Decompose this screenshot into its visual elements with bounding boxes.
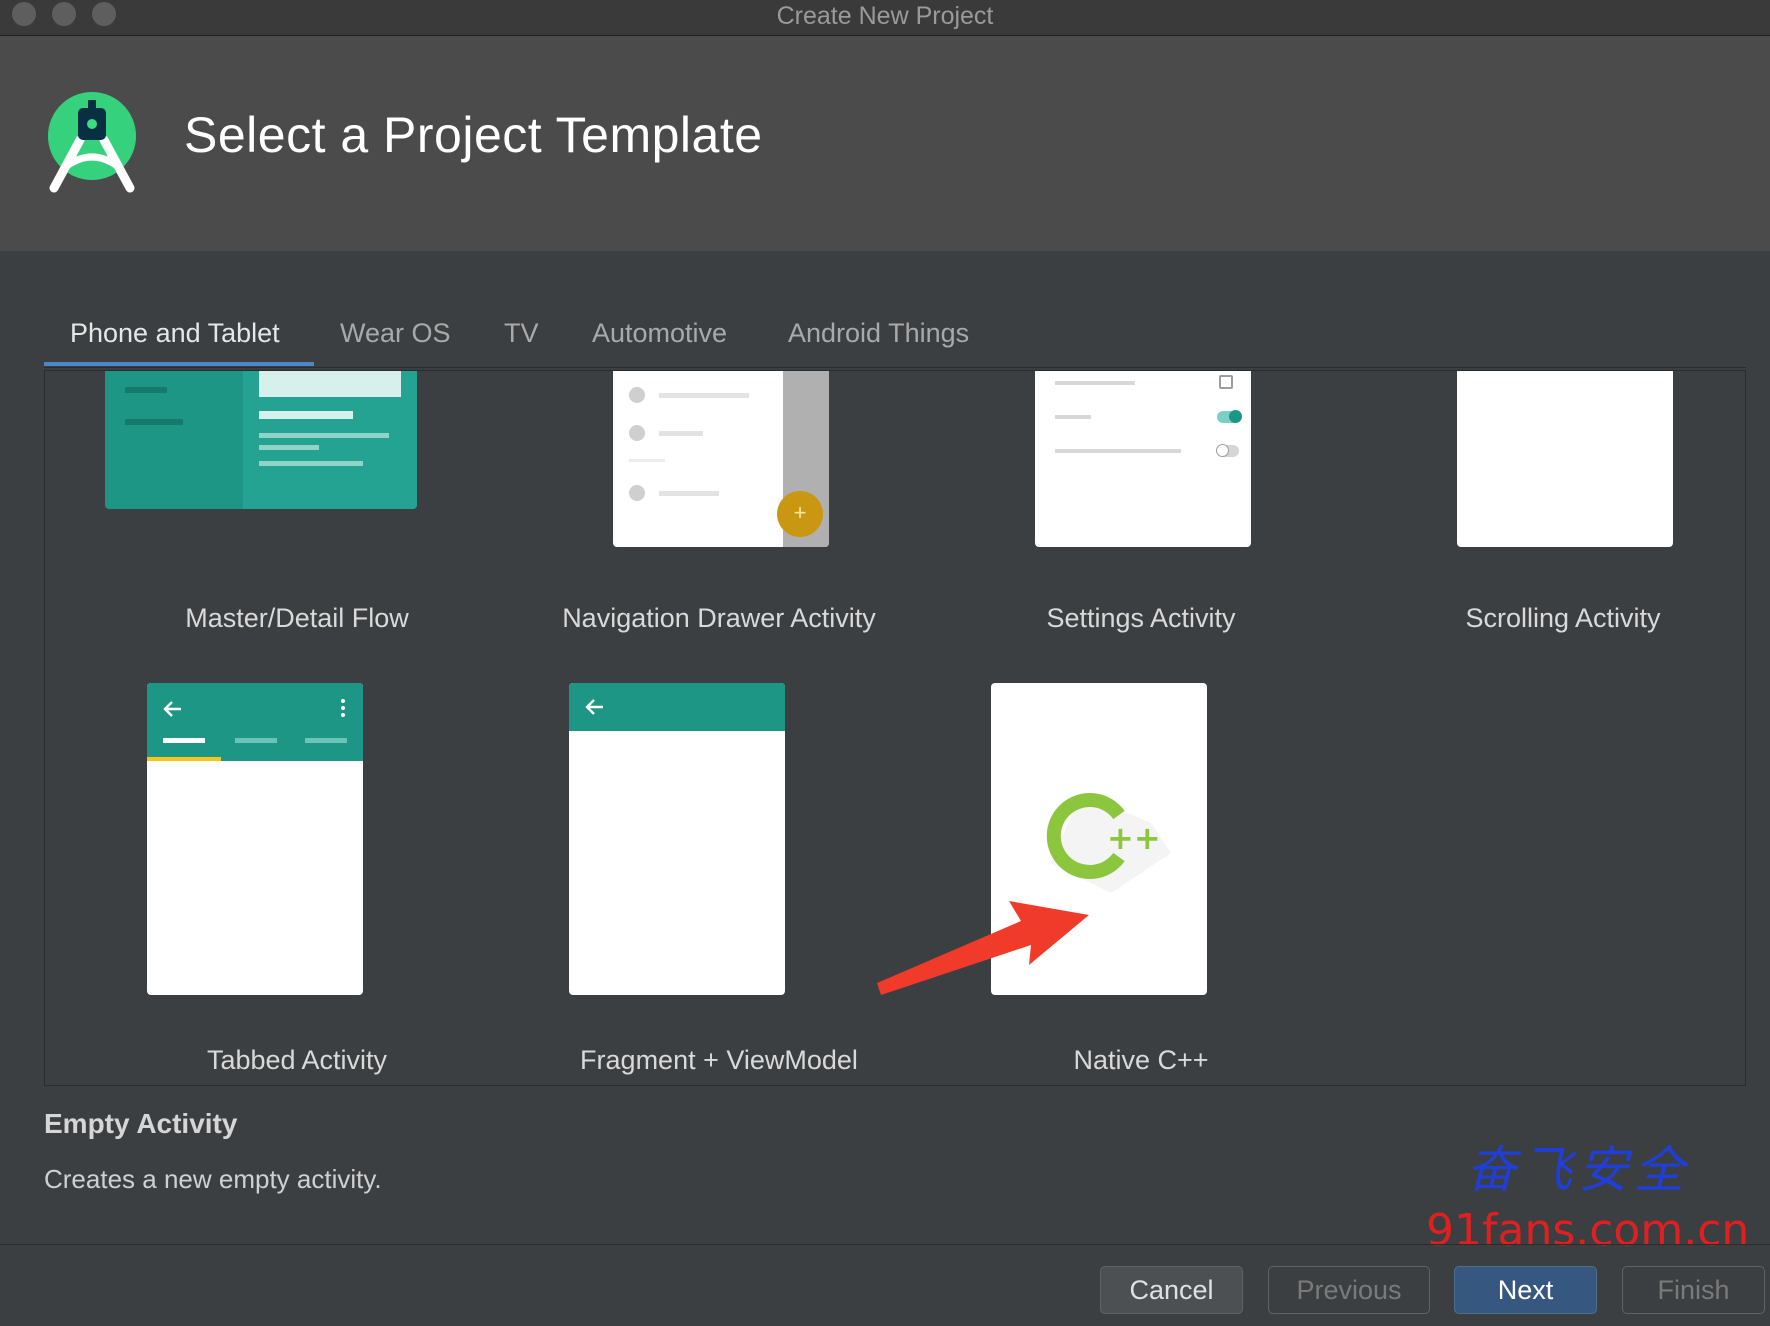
create-project-window: Create New Project Select a Project Temp… <box>0 0 1770 1326</box>
template-fragment-viewmodel[interactable]: Fragment + ViewModel <box>519 683 919 1085</box>
annotation-arrow-icon <box>877 901 1089 995</box>
cpp-logo-icon: ++ <box>1046 793 1171 893</box>
template-native-cpp[interactable]: ++ Native C++ <box>941 683 1341 1085</box>
fab-plus-icon: + <box>777 491 823 537</box>
finish-button[interactable]: Finish <box>1622 1266 1765 1314</box>
watermark-url: 91fans.com.cn <box>1426 1205 1750 1256</box>
footer-divider <box>0 1244 1770 1245</box>
fragment-viewmodel-preview <box>569 683 785 995</box>
next-button[interactable]: Next <box>1454 1266 1597 1314</box>
template-scrolling-activity[interactable]: Scrolling Activity <box>1363 371 1745 791</box>
back-arrow-icon <box>585 699 603 715</box>
back-arrow-icon <box>163 701 181 717</box>
template-label: Settings Activity <box>1046 603 1236 633</box>
scrolling-preview <box>1457 371 1673 547</box>
wizard-header: Select a Project Template <box>0 36 1770 251</box>
tabbed-preview <box>147 683 363 995</box>
navigation-drawer-preview: + <box>613 371 829 547</box>
watermark-chinese: 奋飞安全 <box>1466 1141 1690 1199</box>
template-label: Fragment + ViewModel <box>580 1045 858 1075</box>
active-tab-indicator <box>44 362 314 366</box>
previous-button[interactable]: Previous <box>1268 1266 1430 1314</box>
overflow-menu-icon <box>341 699 345 703</box>
tab-wear-os[interactable]: Wear OS <box>340 318 451 349</box>
template-gallery[interactable]: Master/Detail Flow + Navigation Drawer A… <box>44 370 1746 1086</box>
template-label: Master/Detail Flow <box>185 603 409 633</box>
android-studio-logo-icon <box>48 92 136 193</box>
tab-bar: Phone and Tablet Wear OS TV Automotive A… <box>44 300 1746 368</box>
selected-template-description: Creates a new empty activity. <box>44 1164 382 1194</box>
selected-template-title: Empty Activity <box>44 1108 238 1139</box>
template-label: Tabbed Activity <box>206 1045 388 1075</box>
title-bar: Create New Project <box>0 0 1770 36</box>
template-tabbed-activity[interactable]: Tabbed Activity <box>97 683 497 1085</box>
window-title: Create New Project <box>776 2 994 30</box>
tab-tv[interactable]: TV <box>504 318 539 349</box>
tab-android-things[interactable]: Android Things <box>788 318 969 349</box>
settings-preview <box>1035 371 1251 547</box>
tab-automotive[interactable]: Automotive <box>592 318 727 349</box>
template-label: Native C++ <box>1073 1045 1209 1075</box>
page-title: Select a Project Template <box>184 107 763 163</box>
master-detail-preview <box>105 371 417 509</box>
tab-phone-and-tablet[interactable]: Phone and Tablet <box>70 318 280 349</box>
cancel-button[interactable]: Cancel <box>1100 1266 1243 1314</box>
template-label: Navigation Drawer Activity <box>562 603 876 633</box>
svg-text:++: ++ <box>1107 819 1161 857</box>
template-label: Scrolling Activity <box>1465 603 1661 633</box>
